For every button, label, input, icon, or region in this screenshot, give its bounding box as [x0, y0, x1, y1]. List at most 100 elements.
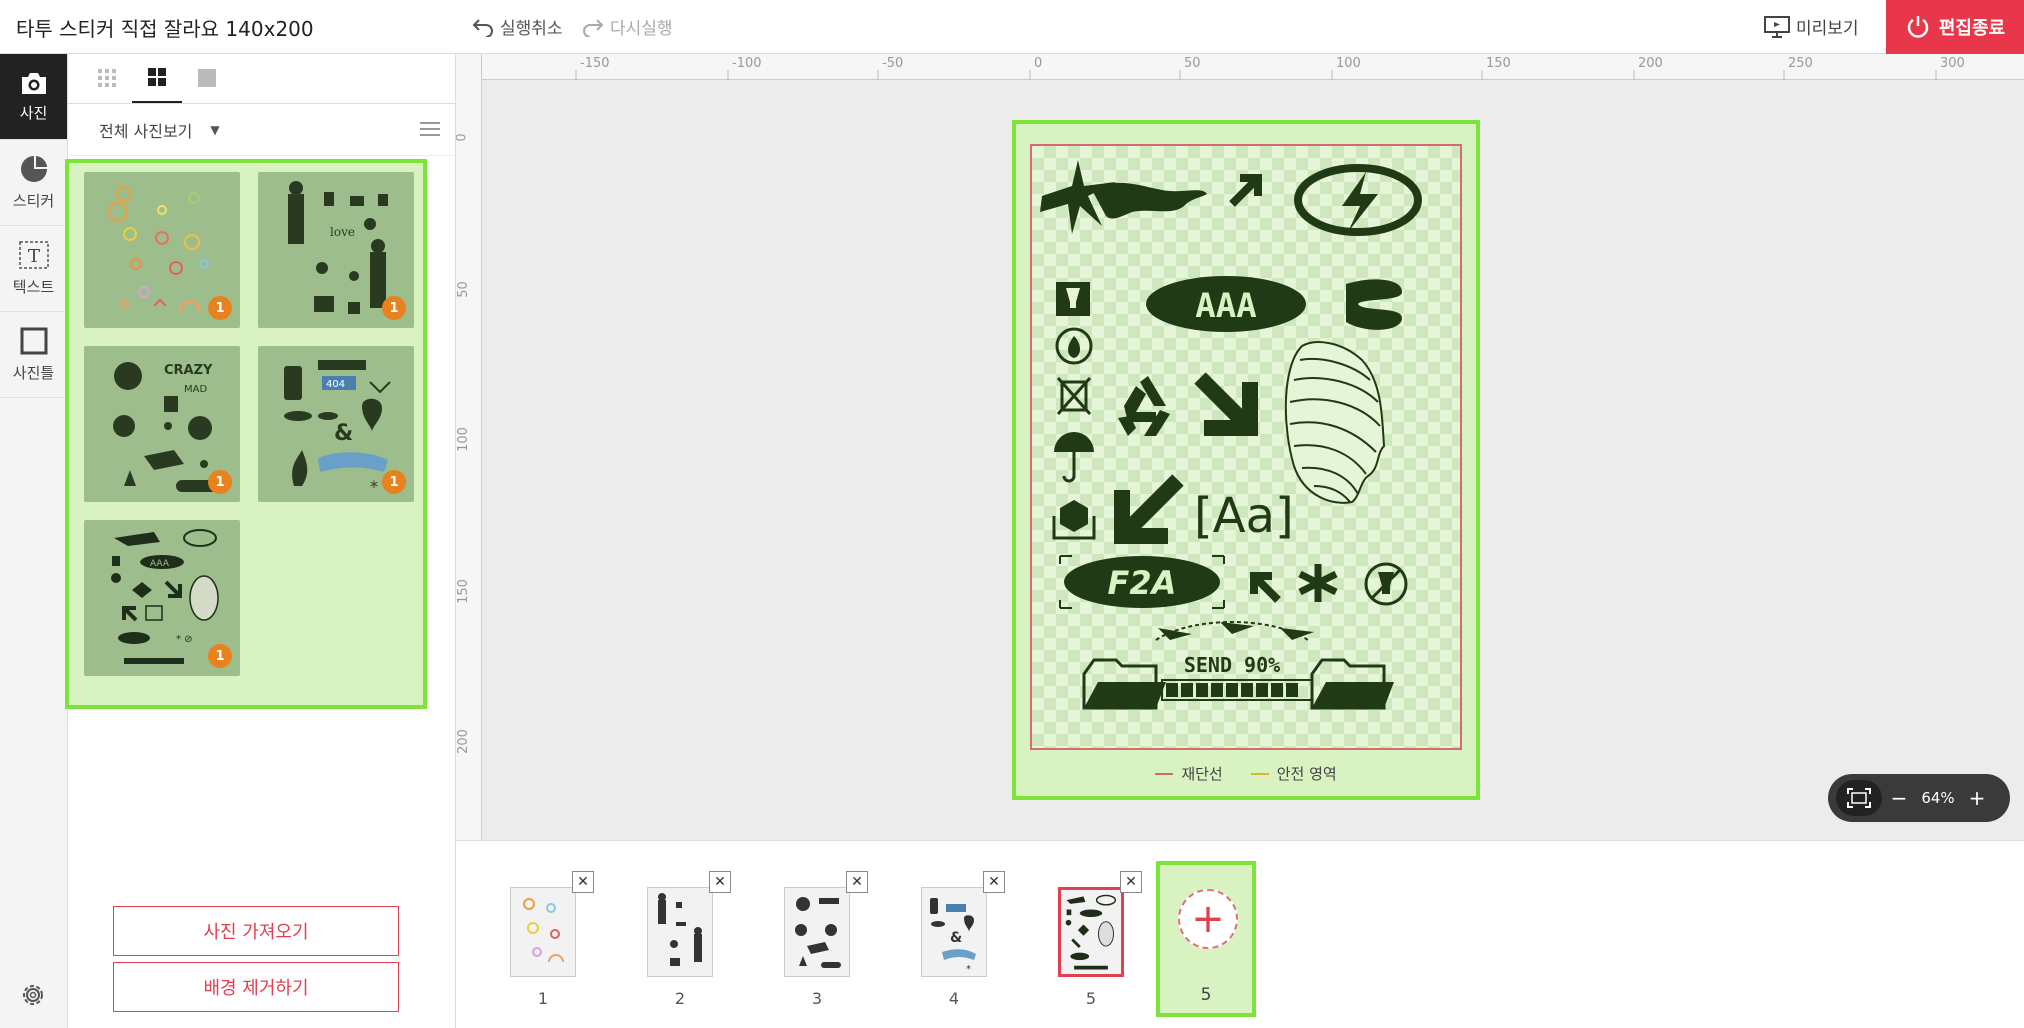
svg-text:&: &	[334, 421, 353, 446]
no-glass-sticker	[1364, 562, 1408, 606]
text-icon: T	[18, 241, 49, 269]
rail-item-label: 스티커	[12, 192, 55, 210]
rail-item-label: 사진	[19, 104, 48, 122]
arrow-up-right-sticker	[1229, 174, 1262, 207]
page-strip: ✕ 1 ✕ 2 ✕ 3 & * ✕ 4 ✕ 5 + 5	[456, 840, 2024, 1028]
photo-thumbnail[interactable]: 1	[84, 172, 240, 328]
page-thumbnail[interactable]	[784, 887, 850, 977]
delete-page-button[interactable]: ✕	[709, 871, 731, 893]
page-thumbnail[interactable]	[510, 887, 576, 977]
delete-page-button[interactable]: ✕	[846, 871, 868, 893]
legend-safe-area: 안전 영역	[1250, 763, 1337, 784]
ruler-tick-label: 100	[456, 427, 471, 452]
remove-background-button[interactable]: 배경 제거하기	[113, 962, 399, 1012]
monitor-icon	[1764, 15, 1790, 38]
no-trash-sticker	[1056, 377, 1092, 415]
send-text: SEND 90%	[1184, 653, 1280, 677]
ruler-tick-label: 50	[456, 281, 471, 298]
photo-thumbnail[interactable]: AAA * ⊘ 1	[84, 520, 240, 676]
arrow-down-right-sticker	[1194, 372, 1258, 436]
svg-text:T: T	[27, 246, 39, 267]
svg-text:AAA: AAA	[150, 559, 170, 569]
rail-item-frame[interactable]: 사진틀	[0, 312, 67, 398]
page-number: 1	[537, 989, 549, 1008]
large-view-icon	[198, 69, 216, 87]
filter-label: 전체 사진보기	[99, 121, 193, 141]
ruler-tick-label: 0	[456, 133, 470, 142]
import-photo-button[interactable]: 사진 가져오기	[113, 906, 399, 956]
cut-line-area: AAA [Aa] F2A SEND 90%	[1030, 144, 1462, 750]
svg-text:MAD: MAD	[184, 384, 207, 395]
photo-filter-dropdown[interactable]: 전체 사진보기 ▼	[68, 104, 455, 156]
fit-screen-button[interactable]	[1836, 780, 1882, 816]
photo-thumbnail[interactable]: CRAZY MAD 1	[84, 346, 240, 502]
aa-sticker: [Aa]	[1194, 488, 1294, 544]
tool-rail: 사진 스티커 T 텍스트 사진틀	[0, 54, 68, 1028]
legend-cut-label: 재단선	[1181, 765, 1223, 783]
finish-edit-button[interactable]: 편집종료	[1886, 0, 2024, 54]
tab-large-view[interactable]	[182, 53, 232, 103]
preview-label: 미리보기	[1796, 19, 1859, 39]
preview-button[interactable]: 미리보기	[1764, 14, 1859, 39]
power-icon	[1907, 16, 1929, 38]
page-preview-image	[658, 893, 702, 966]
zoom-out-button[interactable]: −	[1882, 786, 1916, 810]
photo-panel: 전체 사진보기 ▼ 1 love 1 CRAZY MAD 1 404 & * 1…	[65, 53, 456, 1028]
redo-label: 다시실행	[610, 19, 673, 39]
spiky-creature-sticker	[1040, 160, 1207, 234]
tab-medium-grid[interactable]	[132, 53, 182, 103]
page-number: 4	[948, 989, 960, 1008]
f2a-text: F2A	[1108, 564, 1177, 602]
delete-page-button[interactable]: ✕	[983, 871, 1005, 893]
legend-safe-label: 안전 영역	[1276, 765, 1337, 783]
svg-text:&: &	[950, 930, 962, 946]
recycle-sticker	[1118, 376, 1170, 436]
document-title: 타투 스티커 직접 잘라요 140x200	[16, 17, 314, 41]
page-thumbnail[interactable]: & *	[921, 887, 987, 977]
delete-page-button[interactable]: ✕	[572, 871, 594, 893]
page-thumbnail[interactable]	[1058, 887, 1124, 977]
finish-edit-label: 편집종료	[1938, 18, 2006, 39]
undo-button[interactable]: 실행취소	[472, 14, 563, 39]
plus-icon: +	[1178, 889, 1238, 949]
add-page-label: 5	[1200, 985, 1212, 1005]
rail-item-sticker[interactable]: 스티커	[0, 140, 67, 226]
sticker-artboard[interactable]: AAA [Aa] F2A SEND 90% 재단선 안전 영역	[1012, 120, 1480, 800]
tab-small-grid[interactable]	[82, 53, 132, 103]
page-item-2[interactable]: ✕ 2	[633, 871, 733, 1011]
box-hands-sticker	[1052, 500, 1096, 540]
striped-head-sticker	[1284, 341, 1386, 504]
rail-item-text[interactable]: T 텍스트	[0, 226, 67, 312]
list-menu-icon[interactable]	[419, 120, 441, 138]
split-circle-sticker	[1346, 279, 1402, 330]
frame-icon	[20, 327, 47, 355]
rail-item-label: 텍스트	[12, 278, 55, 296]
usage-count-badge: 1	[208, 644, 232, 668]
canvas-stage[interactable]: -150 -100 -50 0 50 100 150 200 250 300 0…	[456, 54, 2024, 840]
page-item-1[interactable]: ✕ 1	[496, 871, 596, 1011]
page-item-4[interactable]: & * ✕ 4	[907, 871, 1007, 1011]
camera-icon	[21, 73, 46, 94]
zoom-in-button[interactable]: +	[1960, 786, 1994, 810]
sticker-design[interactable]: AAA [Aa] F2A SEND 90%	[1032, 146, 1460, 748]
add-page-button[interactable]: + 5	[1156, 861, 1256, 1017]
page-item-3[interactable]: ✕ 3	[770, 871, 870, 1011]
svg-text:*: *	[370, 477, 378, 496]
umbrella-sticker	[1054, 432, 1094, 483]
page-item-5[interactable]: ✕ 5	[1044, 871, 1144, 1011]
photo-thumbnail[interactable]: 404 & * 1	[258, 346, 414, 502]
photo-thumbnail[interactable]: love 1	[258, 172, 414, 328]
medium-grid-icon	[148, 68, 166, 86]
delete-page-button[interactable]: ✕	[1120, 871, 1142, 893]
redo-button[interactable]: 다시실행	[582, 14, 673, 39]
usage-count-badge: 1	[208, 296, 232, 320]
arrow-down-left-sticker	[1114, 474, 1184, 544]
rail-item-label: 사진틀	[12, 364, 55, 382]
settings-gear-icon[interactable]	[18, 980, 48, 1010]
page-preview-image	[795, 897, 841, 968]
rail-item-photo[interactable]: 사진	[0, 54, 67, 140]
page-thumbnail[interactable]	[647, 887, 713, 977]
page-number: 3	[811, 989, 823, 1008]
horizontal-ruler: -150 -100 -50 0 50 100 150 200 250 300	[456, 54, 2024, 80]
page-preview-image	[1065, 894, 1117, 970]
